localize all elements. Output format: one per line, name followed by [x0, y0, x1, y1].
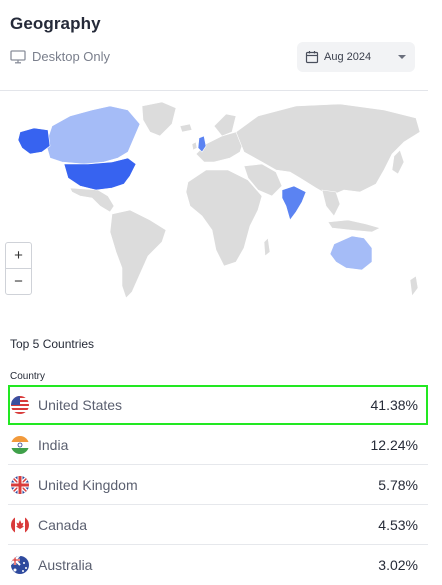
- country-name: United Kingdom: [38, 476, 138, 493]
- map-india: [281, 185, 307, 221]
- zoom-in-button[interactable]: +: [6, 243, 31, 268]
- table-row[interactable]: United States 41.38%: [8, 385, 428, 425]
- map-alaska: [17, 127, 51, 155]
- uk-flag-icon: [11, 475, 29, 494]
- country-name: India: [38, 436, 69, 453]
- geography-panel: Geography Desktop Only Aug 2024 + − Top …: [0, 0, 442, 584]
- date-picker-label: Aug 2024: [324, 51, 372, 63]
- map-zoom-controls: + −: [5, 242, 32, 295]
- australia-flag-icon: [11, 556, 29, 574]
- map-canada: [45, 105, 141, 165]
- device-filter-label: Desktop Only: [10, 49, 110, 64]
- table-row[interactable]: Canada 4.53%: [8, 505, 428, 545]
- country-share: 12.24%: [370, 436, 418, 453]
- india-flag-icon: [11, 435, 29, 454]
- country-share: 41.38%: [370, 396, 418, 413]
- canada-flag-icon: [11, 515, 29, 534]
- map-australia: [329, 235, 373, 271]
- date-picker-button[interactable]: Aug 2024: [297, 42, 415, 72]
- map-japan: [391, 149, 405, 175]
- column-header-country: Country: [10, 371, 46, 382]
- map-africa: [185, 169, 263, 267]
- map-iceland: [179, 123, 193, 133]
- table-row[interactable]: United Kingdom 5.78%: [8, 465, 428, 505]
- table-row[interactable]: Australia 3.02%: [8, 545, 428, 585]
- world-map[interactable]: [0, 92, 428, 312]
- chevron-down-icon: [398, 55, 406, 59]
- panel-title: Geography: [10, 14, 101, 33]
- map-ireland: [191, 141, 198, 151]
- map-southeast-asia: [321, 189, 341, 217]
- map-madagascar: [263, 237, 271, 257]
- device-filter-text: Desktop Only: [32, 49, 111, 64]
- country-list: United States 41.38% India 12.24% United…: [8, 385, 428, 585]
- map-south-america: [109, 209, 167, 299]
- monitor-icon: [10, 49, 26, 63]
- section-title: Top 5 Countries: [10, 337, 95, 351]
- country-share: 5.78%: [378, 476, 418, 493]
- calendar-icon: [305, 51, 319, 64]
- country-name: Canada: [38, 516, 88, 533]
- country-name: United States: [38, 396, 123, 413]
- table-row[interactable]: India 12.24%: [8, 425, 428, 465]
- map-indonesia: [327, 219, 381, 233]
- zoom-out-button[interactable]: −: [6, 268, 31, 294]
- country-name: Australia: [38, 557, 93, 573]
- country-share: 3.02%: [378, 557, 418, 573]
- map-new-zealand: [409, 275, 419, 297]
- map-greenland: [141, 101, 177, 137]
- us-flag-icon: [11, 395, 29, 414]
- map-mexico: [69, 187, 115, 213]
- country-share: 4.53%: [378, 516, 418, 533]
- header-divider: [0, 90, 428, 91]
